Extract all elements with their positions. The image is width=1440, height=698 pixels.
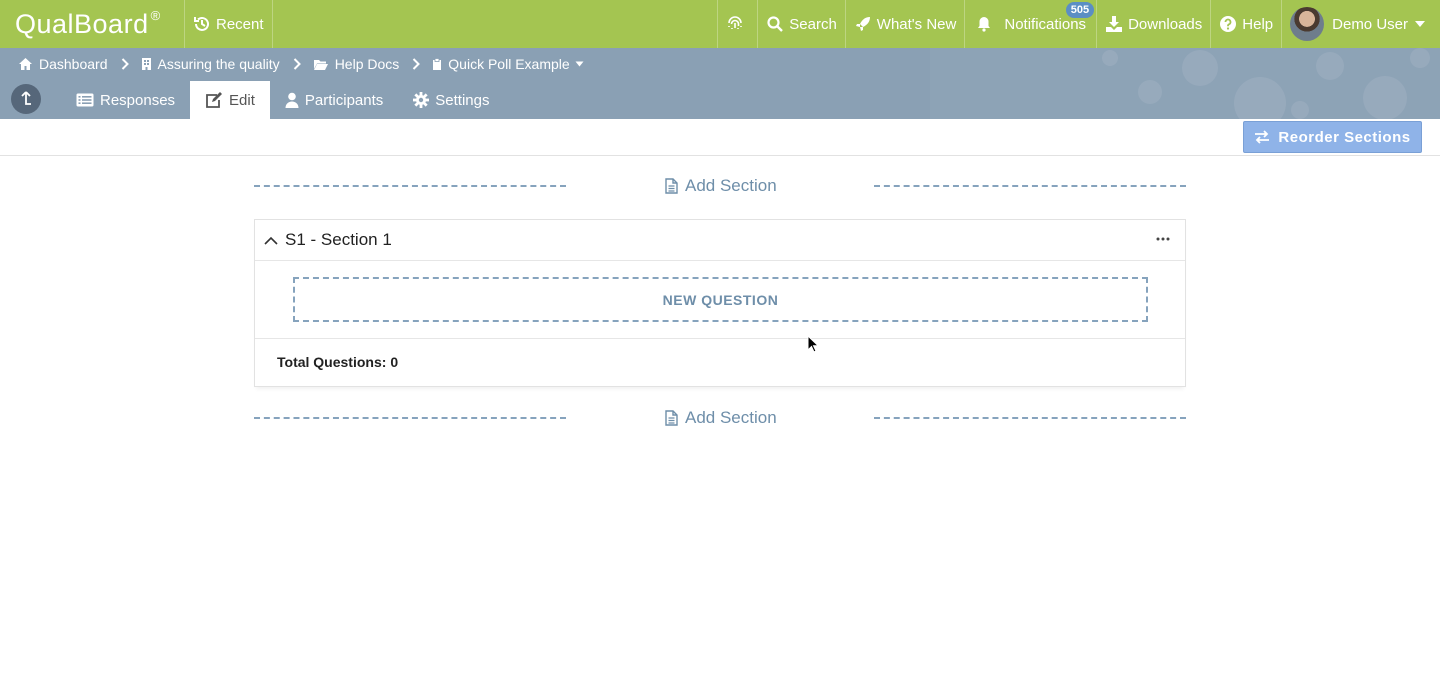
notifications-label: Notifications bbox=[1004, 15, 1087, 33]
search-label: Search bbox=[789, 15, 837, 33]
logo-registered-mark: ® bbox=[150, 7, 161, 23]
divider bbox=[874, 417, 1186, 419]
user-name: Demo User bbox=[1332, 15, 1408, 33]
downloads-button[interactable]: Downloads bbox=[1097, 0, 1212, 48]
download-icon bbox=[1106, 16, 1123, 32]
reorder-sections-button[interactable]: Reorder Sections bbox=[1243, 121, 1422, 153]
building-icon bbox=[141, 58, 151, 70]
new-question-label: NEW QUESTION bbox=[662, 291, 779, 308]
recent-label: Recent bbox=[216, 15, 264, 33]
add-section-row-top: Add Section bbox=[254, 174, 1186, 198]
divider bbox=[254, 185, 566, 187]
breadcrumb-folder[interactable]: Help Docs bbox=[313, 56, 400, 72]
edit-toolbar: Reorder Sections bbox=[0, 119, 1440, 156]
clipboard-icon bbox=[433, 57, 442, 70]
tab-participants[interactable]: Participants bbox=[270, 81, 398, 119]
file-icon bbox=[665, 178, 678, 194]
chevron-up-icon[interactable] bbox=[264, 236, 278, 245]
help-label: Help bbox=[1242, 15, 1274, 33]
breadcrumb-project[interactable]: Assuring the quality bbox=[141, 56, 280, 72]
qualboard-logo[interactable]: QualBoard ® bbox=[0, 0, 185, 48]
new-question-button[interactable]: NEW QUESTION bbox=[293, 277, 1148, 322]
search-icon bbox=[767, 16, 784, 32]
whats-new-label: What's New bbox=[876, 15, 957, 33]
breadcrumb-dashboard[interactable]: Dashboard bbox=[18, 56, 108, 72]
section-header: S1 - Section 1 bbox=[255, 220, 1185, 261]
file-icon bbox=[665, 410, 678, 426]
tab-edit[interactable]: Edit bbox=[190, 81, 270, 119]
fingerprint-icon bbox=[728, 16, 743, 29]
ellipsis-icon bbox=[1156, 237, 1170, 241]
section-footer: Total Questions: 0 bbox=[255, 339, 1185, 385]
downloads-label: Downloads bbox=[1128, 15, 1203, 33]
top-navigation-bar: QualBoard ® Recent Search What's New Noti… bbox=[0, 0, 1440, 48]
add-section-button[interactable]: Add Section bbox=[665, 174, 777, 198]
tab-settings[interactable]: Settings bbox=[398, 81, 504, 119]
divider bbox=[254, 417, 566, 419]
breadcrumb-activity-label: Quick Poll Example bbox=[448, 56, 570, 72]
tab-responses[interactable]: Responses bbox=[61, 81, 190, 119]
section-card: S1 - Section 1 NEW QUESTION Total Questi… bbox=[254, 219, 1186, 387]
exchange-icon bbox=[1255, 130, 1270, 144]
back-button[interactable] bbox=[11, 84, 41, 114]
question-circle-icon bbox=[1220, 16, 1237, 32]
notifications-count-badge: 505 bbox=[1065, 2, 1095, 18]
gear-icon bbox=[413, 92, 430, 108]
home-icon bbox=[19, 58, 32, 70]
breadcrumb-dashboard-label: Dashboard bbox=[39, 56, 108, 72]
mouse-cursor-icon bbox=[807, 335, 819, 353]
arrow-up-icon bbox=[21, 91, 31, 105]
divider bbox=[874, 185, 1186, 187]
recent-button[interactable]: Recent bbox=[185, 0, 273, 48]
history-icon bbox=[194, 16, 209, 31]
fingerprint-button[interactable] bbox=[717, 0, 759, 48]
total-questions-label: Total Questions: bbox=[277, 354, 387, 370]
notifications-button[interactable]: Notifications 505 bbox=[965, 0, 1098, 48]
section-body: NEW QUESTION bbox=[255, 261, 1185, 339]
add-section-button[interactable]: Add Section bbox=[665, 406, 777, 430]
breadcrumb-project-label: Assuring the quality bbox=[157, 56, 280, 72]
breadcrumb: Dashboard Assuring the quality Help Docs… bbox=[18, 54, 590, 74]
tab-settings-label: Settings bbox=[435, 91, 490, 109]
breadcrumb-folder-label: Help Docs bbox=[334, 56, 400, 72]
add-section-label: Add Section bbox=[685, 408, 777, 427]
caret-down-icon[interactable] bbox=[575, 61, 584, 67]
rocket-icon bbox=[855, 17, 870, 31]
total-questions-value: 0 bbox=[390, 354, 399, 370]
caret-down-icon bbox=[1415, 21, 1425, 27]
reorder-sections-label: Reorder Sections bbox=[1278, 128, 1411, 146]
breadcrumb-activity[interactable]: Quick Poll Example bbox=[432, 56, 589, 72]
user-icon bbox=[285, 92, 299, 108]
chevron-right-icon bbox=[412, 58, 421, 70]
add-section-row-bottom: Add Section bbox=[254, 406, 1186, 430]
bell-icon bbox=[978, 17, 991, 32]
whats-new-button[interactable]: What's New bbox=[846, 0, 966, 48]
list-icon bbox=[76, 93, 94, 107]
help-button[interactable]: Help bbox=[1211, 0, 1283, 48]
logo-text: QualBoard bbox=[15, 8, 149, 39]
more-options-button[interactable] bbox=[1155, 230, 1171, 248]
chevron-right-icon bbox=[121, 58, 129, 70]
edit-icon bbox=[206, 91, 223, 108]
search-button[interactable]: Search bbox=[758, 0, 846, 48]
tab-responses-label: Responses bbox=[100, 91, 176, 109]
add-section-label: Add Section bbox=[685, 176, 777, 195]
folder-open-icon bbox=[313, 59, 328, 70]
activity-tabs: Responses Edit Participants Settings bbox=[0, 81, 504, 119]
avatar bbox=[1290, 7, 1325, 41]
tab-edit-label: Edit bbox=[229, 91, 255, 109]
user-menu-button[interactable]: Demo User bbox=[1282, 0, 1440, 48]
section-title: S1 - Section 1 bbox=[285, 230, 392, 249]
chevron-right-icon bbox=[293, 58, 301, 70]
tab-participants-label: Participants bbox=[304, 91, 384, 109]
project-header: Dashboard Assuring the quality Help Docs… bbox=[0, 48, 1440, 119]
